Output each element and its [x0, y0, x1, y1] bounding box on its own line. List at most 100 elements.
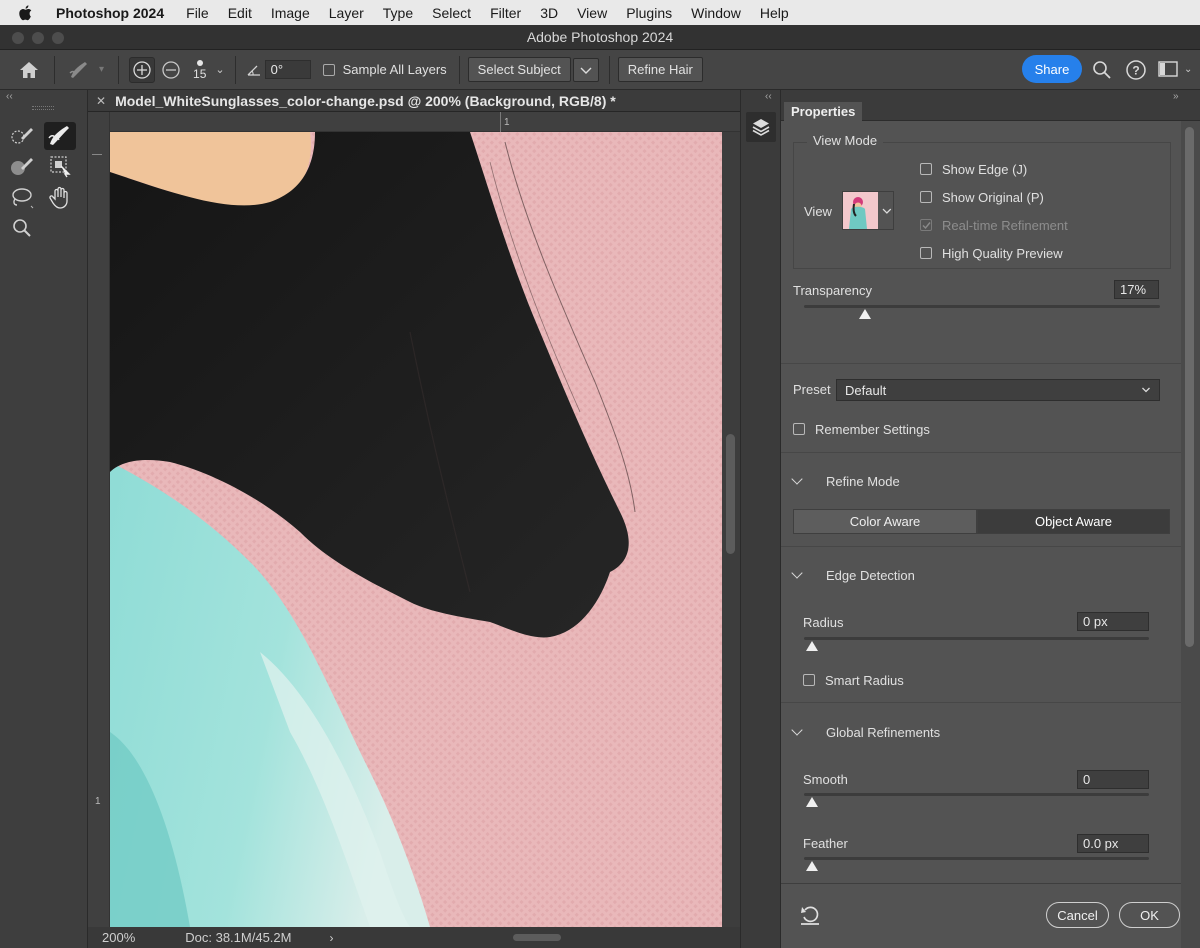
brush-tool-icon[interactable]	[6, 152, 38, 180]
smooth-slider[interactable]	[804, 793, 1149, 796]
show-edge-label[interactable]: Show Edge (J)	[942, 162, 1027, 177]
collapse-dock-icon[interactable]: ‹‹	[765, 91, 772, 102]
close-window-button[interactable]	[12, 32, 24, 44]
edge-detection-collapse-icon[interactable]	[791, 567, 803, 579]
menu-plugins[interactable]: Plugins	[626, 5, 672, 21]
global-refinements-collapse-icon[interactable]	[791, 724, 803, 736]
menu-help[interactable]: Help	[760, 5, 789, 21]
canvas[interactable]	[110, 132, 722, 927]
apple-icon[interactable]	[18, 4, 38, 21]
smart-radius-label[interactable]: Smart Radius	[825, 673, 904, 688]
object-aware-button[interactable]: Object Aware	[977, 509, 1170, 534]
workspace-icon[interactable]: ⌄	[1158, 61, 1192, 77]
sample-all-layers-checkbox[interactable]	[322, 63, 335, 76]
collapse-panel-icon[interactable]: ‹‹	[6, 91, 13, 102]
minimize-window-button[interactable]	[32, 32, 44, 44]
chevron-down-icon[interactable]: ▾	[99, 64, 104, 75]
color-aware-button[interactable]: Color Aware	[793, 509, 977, 534]
select-subject-dropdown-button[interactable]	[572, 57, 599, 82]
menu-file[interactable]: File	[186, 5, 209, 21]
high-quality-preview-label[interactable]: High Quality Preview	[942, 246, 1063, 261]
brush-size-chevron-icon[interactable]: ⌄	[215, 63, 224, 76]
refine-mode-label[interactable]: Refine Mode	[826, 474, 900, 489]
high-quality-preview-checkbox[interactable]	[920, 247, 932, 259]
show-original-checkbox[interactable]	[920, 191, 932, 203]
properties-scrollbar[interactable]	[1181, 121, 1200, 948]
status-menu-icon[interactable]: ›	[329, 931, 333, 945]
ok-button[interactable]: OK	[1119, 902, 1180, 928]
radius-label: Radius	[803, 615, 844, 630]
color-aware-label: Color Aware	[849, 514, 921, 529]
menu-window[interactable]: Window	[691, 5, 741, 21]
remember-settings-label[interactable]: Remember Settings	[815, 422, 930, 437]
vertical-ruler[interactable]: 1	[88, 112, 110, 927]
smooth-input[interactable]: 0	[1077, 770, 1149, 789]
brush-size-control[interactable]: 15	[193, 59, 206, 80]
remember-settings-checkbox[interactable]	[793, 423, 805, 435]
collapse-properties-icon[interactable]: »	[1173, 91, 1179, 102]
edge-detection-label[interactable]: Edge Detection	[826, 568, 915, 583]
horizontal-scroll-thumb[interactable]	[513, 934, 561, 941]
transparency-input[interactable]: 17%	[1114, 280, 1159, 299]
document-tab[interactable]: ✕ Model_WhiteSunglasses_color-change.psd…	[88, 90, 740, 112]
zoom-tool-icon[interactable]	[6, 214, 38, 242]
properties-scroll-thumb[interactable]	[1185, 127, 1194, 647]
zoom-window-button[interactable]	[52, 32, 64, 44]
radius-input[interactable]: 0 px	[1077, 612, 1149, 631]
refine-edge-brush-tool-icon[interactable]	[44, 122, 76, 150]
menu-image[interactable]: Image	[271, 5, 310, 21]
lasso-tool-icon[interactable]	[6, 184, 38, 212]
chevron-down-icon[interactable]: ⌄	[1184, 64, 1192, 75]
vertical-scroll-thumb[interactable]	[726, 434, 735, 554]
reset-icon[interactable]	[799, 904, 823, 926]
angle-input[interactable]: 0°	[264, 60, 311, 79]
search-icon[interactable]	[1092, 60, 1112, 80]
view-mode-dropdown[interactable]	[842, 191, 894, 230]
transparency-slider-handle[interactable]	[858, 309, 871, 319]
close-document-icon[interactable]: ✕	[96, 94, 106, 108]
refine-hair-button[interactable]: Refine Hair	[617, 57, 703, 82]
menu-type[interactable]: Type	[383, 5, 413, 21]
quick-selection-tool-icon[interactable]	[6, 122, 38, 150]
document-window: ✕ Model_WhiteSunglasses_color-change.psd…	[88, 90, 740, 948]
ruler-v-mark: 1	[95, 796, 101, 807]
radius-slider-handle[interactable]	[806, 641, 818, 651]
expand-detection-area-icon[interactable]	[129, 56, 156, 83]
cancel-button[interactable]: Cancel	[1046, 902, 1109, 928]
feather-slider[interactable]	[804, 857, 1149, 860]
show-original-label[interactable]: Show Original (P)	[942, 190, 1044, 205]
transparency-slider[interactable]	[804, 305, 1160, 308]
restore-original-edge-icon[interactable]	[161, 60, 181, 80]
panel-grip[interactable]	[32, 106, 54, 110]
feather-slider-handle[interactable]	[806, 861, 818, 871]
help-icon[interactable]: ?	[1125, 59, 1147, 81]
menu-app-name[interactable]: Photoshop 2024	[56, 5, 164, 21]
menu-select[interactable]: Select	[432, 5, 471, 21]
home-icon[interactable]	[18, 60, 40, 80]
hand-tool-icon[interactable]	[44, 184, 76, 212]
show-edge-checkbox[interactable]	[920, 163, 932, 175]
refine-mode-collapse-icon[interactable]	[791, 473, 803, 485]
smart-radius-checkbox[interactable]	[803, 674, 815, 686]
horizontal-ruler[interactable]: 1	[110, 112, 740, 132]
radius-slider[interactable]	[804, 637, 1149, 640]
smooth-slider-handle[interactable]	[806, 797, 818, 807]
menu-filter[interactable]: Filter	[490, 5, 521, 21]
menu-layer[interactable]: Layer	[329, 5, 364, 21]
tab-properties[interactable]: Properties	[784, 102, 863, 121]
refine-edge-brush-preset-icon[interactable]	[67, 59, 93, 81]
global-refinements-label[interactable]: Global Refinements	[826, 725, 940, 740]
feather-input[interactable]: 0.0 px	[1077, 834, 1149, 853]
object-selection-tool-icon[interactable]	[44, 152, 76, 180]
vertical-scrollbar[interactable]	[722, 132, 740, 927]
sample-all-layers-label[interactable]: Sample All Layers	[343, 62, 447, 77]
share-button[interactable]: Share	[1022, 55, 1082, 83]
layers-icon[interactable]	[746, 112, 776, 142]
realtime-refinement-checkbox	[920, 219, 932, 231]
menu-3d[interactable]: 3D	[540, 5, 558, 21]
menu-view[interactable]: View	[577, 5, 607, 21]
preset-dropdown[interactable]: Default	[836, 379, 1160, 401]
zoom-level[interactable]: 200%	[102, 930, 135, 945]
menu-edit[interactable]: Edit	[228, 5, 252, 21]
select-subject-button[interactable]: Select Subject	[467, 57, 571, 82]
